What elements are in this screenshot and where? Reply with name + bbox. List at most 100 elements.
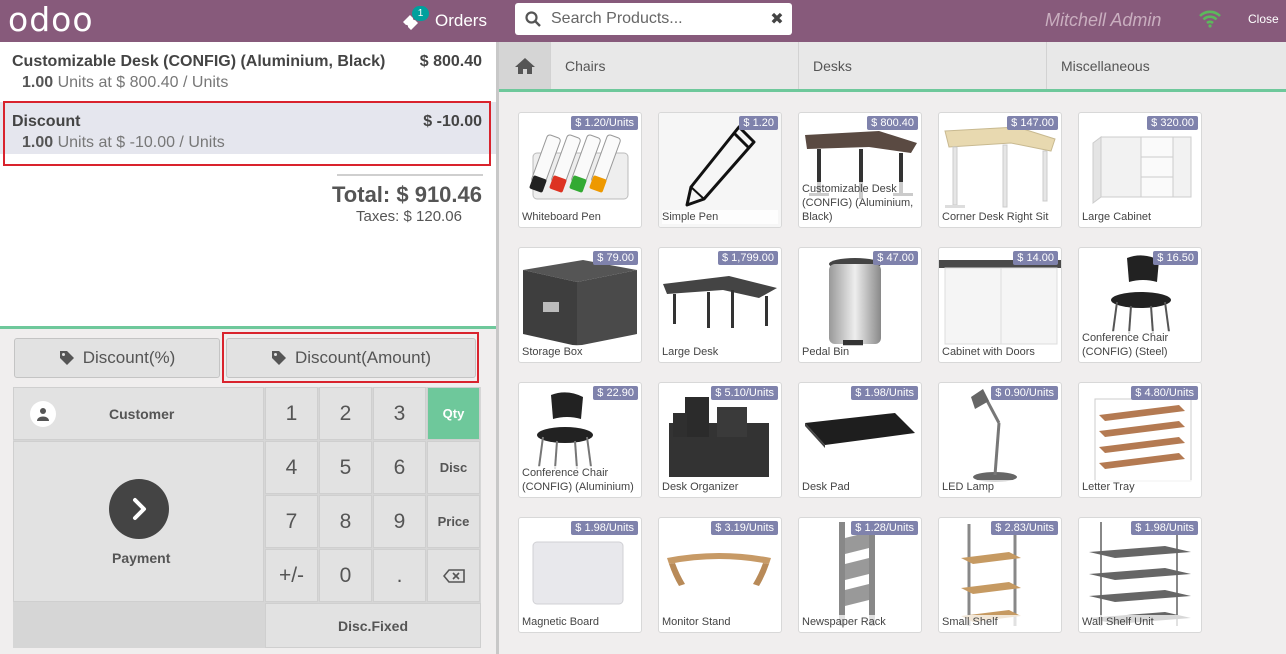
product-name: Desk Organizer xyxy=(662,480,778,494)
product-name: Large Cabinet xyxy=(1082,210,1198,224)
key-plus-minus[interactable]: +/- xyxy=(265,549,318,602)
clear-search-icon[interactable]: ✖ xyxy=(762,9,792,29)
product-name: Whiteboard Pen xyxy=(522,210,638,224)
product-price: $ 5.10/Units xyxy=(711,386,778,400)
product-price: $ 3.19/Units xyxy=(711,521,778,535)
search-input[interactable] xyxy=(551,10,762,28)
key-decimal[interactable]: . xyxy=(373,549,426,602)
qty-mode-button[interactable]: Qty xyxy=(427,387,480,440)
product-card[interactable]: $ 1,799.00 Large Desk xyxy=(658,247,782,363)
disc-mode-button[interactable]: Disc xyxy=(427,441,480,494)
product-name: Simple Pen xyxy=(662,210,778,224)
disc-fixed-button[interactable]: Disc.Fixed xyxy=(265,603,481,648)
key-5[interactable]: 5 xyxy=(319,441,372,494)
price-mode-button[interactable]: Price xyxy=(427,495,480,548)
product-price: $ 22.90 xyxy=(593,386,638,400)
product-card[interactable]: $ 16.50 Conference Chair (CONFIG) (Steel… xyxy=(1078,247,1202,363)
key-4[interactable]: 4 xyxy=(265,441,318,494)
key-1[interactable]: 1 xyxy=(265,387,318,440)
product-card[interactable]: $ 5.10/Units Desk Organizer xyxy=(658,382,782,498)
product-name: Conference Chair (CONFIG) (Aluminium) xyxy=(522,466,638,494)
product-price: $ 1.98/Units xyxy=(851,386,918,400)
discount-amount-button[interactable]: Discount(Amount) xyxy=(226,338,476,378)
product-card[interactable]: $ 147.00 Corner Desk Right Sit xyxy=(938,112,1062,228)
product-name: Small Shelf xyxy=(942,615,1058,629)
user-name: Mitchell Admin xyxy=(1045,10,1162,30)
key-0[interactable]: 0 xyxy=(319,549,372,602)
product-name: Desk Pad xyxy=(802,480,918,494)
numpad: Customer Payment 1 2 3 Qty 4 5 6 Disc 7 … xyxy=(13,387,481,648)
product-price: $ 0.90/Units xyxy=(991,386,1058,400)
product-card[interactable]: $ 22.90 Conference Chair (CONFIG) (Alumi… xyxy=(518,382,642,498)
product-price: $ 320.00 xyxy=(1147,116,1198,130)
payment-button[interactable]: Payment xyxy=(13,441,264,602)
close-button[interactable]: Close xyxy=(1248,12,1279,26)
product-name: Conference Chair (CONFIG) (Steel) xyxy=(1082,331,1198,359)
category-bar: Chairs Desks Miscellaneous xyxy=(499,42,1286,92)
discount-percent-label: Discount(%) xyxy=(82,348,176,367)
product-price: $ 1.28/Units xyxy=(851,521,918,535)
orders-button[interactable]: 1 Orders xyxy=(401,6,487,34)
odoo-logo: odoo xyxy=(8,0,94,39)
product-price: $ 1.20/Units xyxy=(571,116,638,130)
product-search: ✖ xyxy=(515,3,792,35)
product-name: Monitor Stand xyxy=(662,615,778,629)
product-price: $ 16.50 xyxy=(1153,251,1198,265)
home-button[interactable] xyxy=(499,42,550,89)
payment-label: Payment xyxy=(112,550,171,566)
order-line-info: 1.00 Units at $ -10.00 / Units xyxy=(22,134,484,152)
order-panel: Customizable Desk (CONFIG) (Aluminium, B… xyxy=(0,42,499,654)
key-8[interactable]: 8 xyxy=(319,495,372,548)
product-price: $ 147.00 xyxy=(1007,116,1058,130)
product-card[interactable]: $ 800.40 Customizable Desk (CONFIG) (Alu… xyxy=(798,112,922,228)
wifi-icon xyxy=(1199,10,1221,33)
product-card[interactable]: $ 1.20 Simple Pen xyxy=(658,112,782,228)
order-total: Total: $ 910.46 xyxy=(332,182,482,207)
product-price: $ 14.00 xyxy=(1013,251,1058,265)
product-card[interactable]: $ 1.20/Units Whiteboard Pen xyxy=(518,112,642,228)
key-3[interactable]: 3 xyxy=(373,387,426,440)
order-line-selected[interactable]: Discount $ -10.00 1.00 Units at $ -10.00… xyxy=(0,102,496,154)
key-6[interactable]: 6 xyxy=(373,441,426,494)
product-card[interactable]: $ 1.98/Units Magnetic Board xyxy=(518,517,642,633)
product-price: $ 1,799.00 xyxy=(718,251,778,265)
order-line-info: 1.00 Units at $ 800.40 / Units xyxy=(22,74,484,92)
product-name: Magnetic Board xyxy=(522,615,638,629)
category-miscellaneous[interactable]: Miscellaneous xyxy=(1046,42,1286,89)
product-grid: $ 1.20/Units Whiteboard Pen $ 1.20 Simpl… xyxy=(499,92,1286,654)
discount-percent-button[interactable]: Discount(%) xyxy=(14,338,220,378)
key-2[interactable]: 2 xyxy=(319,387,372,440)
product-card[interactable]: $ 1.28/Units Newspaper Rack xyxy=(798,517,922,633)
product-card[interactable]: $ 2.83/Units Small Shelf xyxy=(938,517,1062,633)
product-price: $ 1.98/Units xyxy=(571,521,638,535)
backspace-button[interactable] xyxy=(427,549,480,602)
category-desks[interactable]: Desks xyxy=(798,42,1047,89)
product-card[interactable]: $ 79.00 Storage Box xyxy=(518,247,642,363)
product-name: Corner Desk Right Sit xyxy=(942,210,1058,224)
product-card[interactable]: $ 4.80/Units Letter Tray xyxy=(1078,382,1202,498)
product-card[interactable]: $ 320.00 Large Cabinet xyxy=(1078,112,1202,228)
order-line-name: Customizable Desk (CONFIG) (Aluminium, B… xyxy=(12,53,386,70)
product-card[interactable]: $ 14.00 Cabinet with Doors xyxy=(938,247,1062,363)
customer-button[interactable]: Customer xyxy=(13,387,264,440)
category-chairs[interactable]: Chairs xyxy=(550,42,799,89)
product-card[interactable]: $ 47.00 Pedal Bin xyxy=(798,247,922,363)
product-price: $ 47.00 xyxy=(873,251,918,265)
product-name: Cabinet with Doors xyxy=(942,345,1058,359)
order-line-unit-info: Units at $ -10.00 / Units xyxy=(53,134,225,151)
order-taxes: Taxes: $ 120.06 xyxy=(356,208,462,225)
key-9[interactable]: 9 xyxy=(373,495,426,548)
product-price: $ 1.20 xyxy=(739,116,778,130)
product-card[interactable]: $ 0.90/Units LED Lamp xyxy=(938,382,1062,498)
order-line-unit-info: Units at $ 800.40 / Units xyxy=(53,74,229,91)
product-card[interactable]: $ 1.98/Units Desk Pad xyxy=(798,382,922,498)
search-icon xyxy=(515,11,551,27)
discount-amount-label: Discount(Amount) xyxy=(294,348,432,367)
key-7[interactable]: 7 xyxy=(265,495,318,548)
product-card[interactable]: $ 1.98/Units Wall Shelf Unit xyxy=(1078,517,1202,633)
order-line[interactable]: Customizable Desk (CONFIG) (Aluminium, B… xyxy=(0,42,496,94)
product-price: $ 4.80/Units xyxy=(1131,386,1198,400)
product-card[interactable]: $ 3.19/Units Monitor Stand xyxy=(658,517,782,633)
product-name: Newspaper Rack xyxy=(802,615,918,629)
product-name: Customizable Desk (CONFIG) (Aluminium, B… xyxy=(802,182,918,224)
